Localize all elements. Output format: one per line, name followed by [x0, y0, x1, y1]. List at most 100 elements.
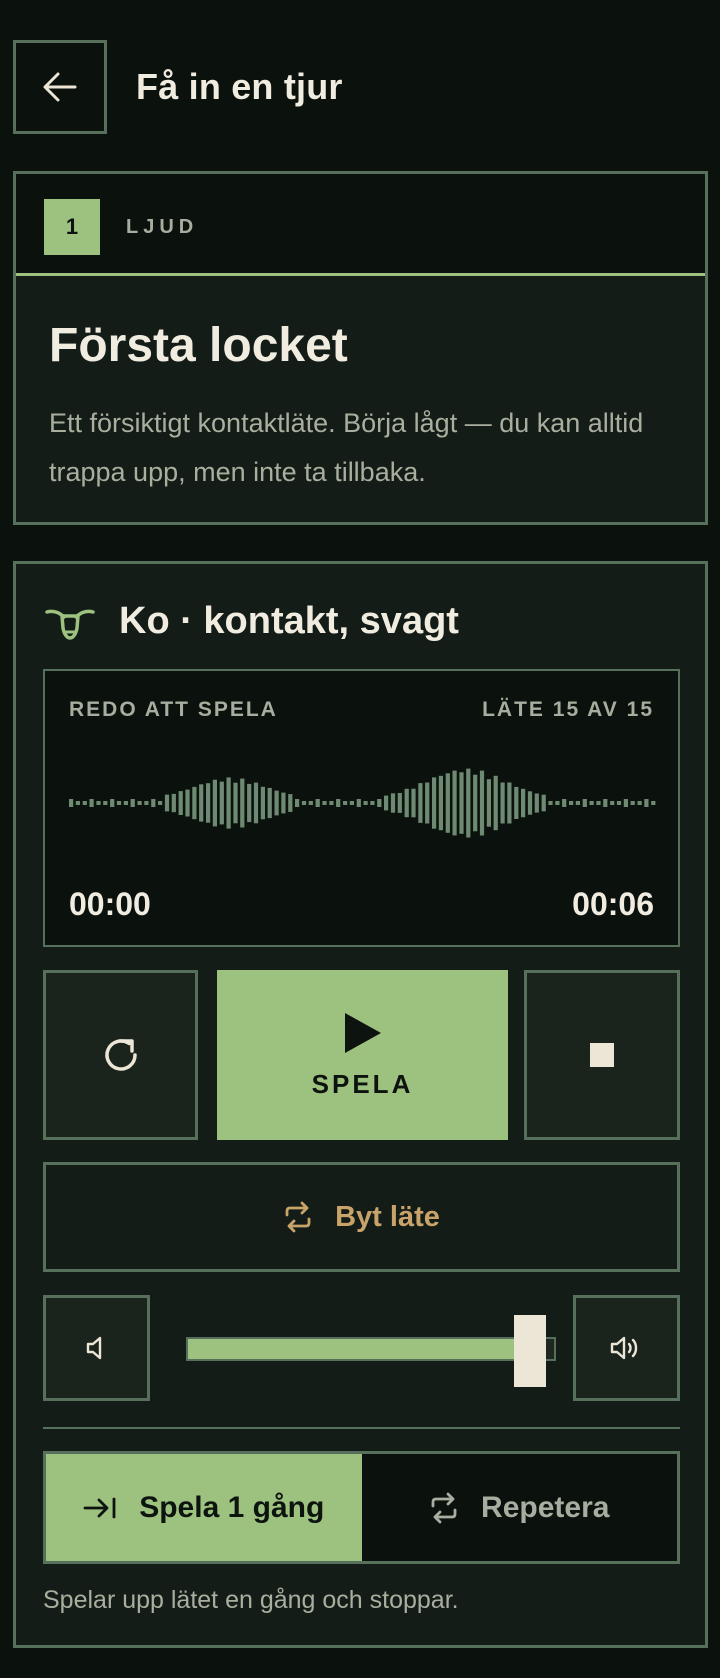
- waveform-bar: [144, 801, 149, 805]
- waveform-bar: [404, 788, 409, 818]
- waveform-bar: [562, 799, 567, 807]
- waveform-bar: [301, 801, 307, 805]
- waveform-bar: [651, 801, 656, 805]
- cow-head-icon: [45, 609, 95, 640]
- waveform-bar: [356, 799, 361, 807]
- waveform-bar: [178, 791, 183, 815]
- waveform-bar: [137, 801, 142, 805]
- mode-play-once-button[interactable]: Spela 1 gång: [46, 1454, 362, 1561]
- waveform-bar: [158, 801, 163, 805]
- volume-slider-thumb[interactable]: [514, 1315, 547, 1387]
- time-start: 00:00: [69, 886, 151, 922]
- play-icon: [344, 1012, 381, 1053]
- waveform-bar: [253, 782, 259, 824]
- waveform-bar: [377, 799, 382, 807]
- waveform-bar: [192, 786, 197, 820]
- waveform-bar: [555, 801, 560, 805]
- waveform-bar: [582, 799, 587, 807]
- waveform-bar: [644, 799, 649, 807]
- sound-title: Ko · kontakt, svagt: [119, 600, 459, 642]
- volume-down-button[interactable]: [43, 1295, 150, 1401]
- waveform-bar: [616, 801, 622, 805]
- waveform-bar: [418, 783, 423, 823]
- waveform-bar: [123, 801, 128, 805]
- waveform-bar: [226, 777, 231, 829]
- waveform-bar: [527, 791, 533, 815]
- waveform-bar: [507, 782, 512, 824]
- waveform-bar: [569, 801, 574, 805]
- waveform-bar: [82, 801, 87, 805]
- waveform-bar: [151, 799, 156, 807]
- waveform-bar: [116, 801, 122, 805]
- arrow-left-icon: [43, 72, 77, 102]
- waveform-bar: [479, 770, 485, 836]
- restart-button[interactable]: [43, 970, 198, 1140]
- divider: [43, 1427, 680, 1429]
- playback-mode-toggle: Spela 1 gång Repetera: [43, 1451, 680, 1564]
- waveform-bar: [274, 790, 279, 816]
- waveform-bar: [69, 799, 74, 807]
- waveform-bar: [603, 799, 608, 807]
- waveform-bar: [411, 788, 416, 818]
- stop-button[interactable]: [524, 970, 680, 1140]
- waveform-bar: [432, 777, 437, 829]
- waveform-bar: [390, 793, 396, 813]
- waveform-bar: [164, 794, 170, 812]
- waveform-bar: [329, 801, 334, 805]
- waveform-bar: [466, 768, 471, 838]
- play-button[interactable]: SPELA: [217, 970, 508, 1140]
- waveform-bar: [267, 787, 272, 819]
- waveform-bar: [623, 799, 628, 807]
- swap-sound-label: Byt läte: [335, 1200, 440, 1233]
- waveform-bar: [103, 801, 108, 805]
- waveform-bar: [315, 799, 320, 807]
- volume-slider[interactable]: [186, 1337, 556, 1361]
- waveform-bar: [247, 783, 252, 823]
- step-header: 1 LJUD: [16, 174, 705, 276]
- waveform-bar: [171, 793, 176, 813]
- play-label: SPELA: [311, 1068, 414, 1099]
- waveform-bar: [349, 801, 354, 805]
- waveform-bar: [308, 801, 313, 805]
- waveform[interactable]: [69, 733, 658, 873]
- waveform-bar: [110, 799, 115, 807]
- mode-play-once-label: Spela 1 gång: [139, 1490, 325, 1524]
- play-once-icon: [83, 1497, 116, 1518]
- player-card: Ko · kontakt, svagt REDO ATT SPELA LÄTE …: [13, 561, 708, 1648]
- waveform-bar: [295, 799, 300, 807]
- waveform-bar: [233, 782, 238, 824]
- waveform-bar: [473, 774, 478, 832]
- waveform-bar: [548, 801, 553, 805]
- waveform-bar: [575, 801, 580, 805]
- waveform-bar: [610, 801, 615, 805]
- mode-repeat-label: Repetera: [481, 1490, 610, 1524]
- swap-icon: [285, 1201, 311, 1233]
- page-title: Få in en tjur: [136, 66, 343, 107]
- waveform-bar: [240, 778, 245, 828]
- waveform-bar: [370, 801, 375, 805]
- waveform-bar: [425, 782, 430, 824]
- volume-high-icon: [610, 1336, 637, 1360]
- waveform-bar: [336, 799, 341, 807]
- step-label: LJUD: [126, 216, 199, 238]
- volume-slider-fill: [188, 1339, 529, 1359]
- mode-description: Spelar upp lätet en gång och stoppar.: [43, 1586, 459, 1614]
- waveform-bar: [363, 801, 368, 805]
- waveform-bar: [219, 781, 224, 825]
- waveform-bar: [630, 801, 635, 805]
- waveform-bar: [288, 794, 293, 812]
- waveform-bar: [96, 801, 101, 805]
- repeat-icon: [431, 1492, 457, 1523]
- waveform-bar: [281, 792, 286, 814]
- step-number-badge: 1: [44, 199, 100, 255]
- waveform-bar: [75, 801, 80, 805]
- mode-repeat-button[interactable]: Repetera: [361, 1454, 677, 1561]
- time-end: 00:06: [572, 886, 654, 922]
- swap-sound-button[interactable]: Byt läte: [43, 1162, 680, 1272]
- volume-up-button[interactable]: [573, 1295, 680, 1401]
- back-button[interactable]: [13, 40, 107, 134]
- waveform-bar: [206, 783, 211, 823]
- step-card: 1 LJUD Första locket Ett försiktigt kont…: [13, 171, 708, 525]
- waveform-bar: [500, 782, 505, 824]
- step-heading: Första locket: [49, 319, 348, 372]
